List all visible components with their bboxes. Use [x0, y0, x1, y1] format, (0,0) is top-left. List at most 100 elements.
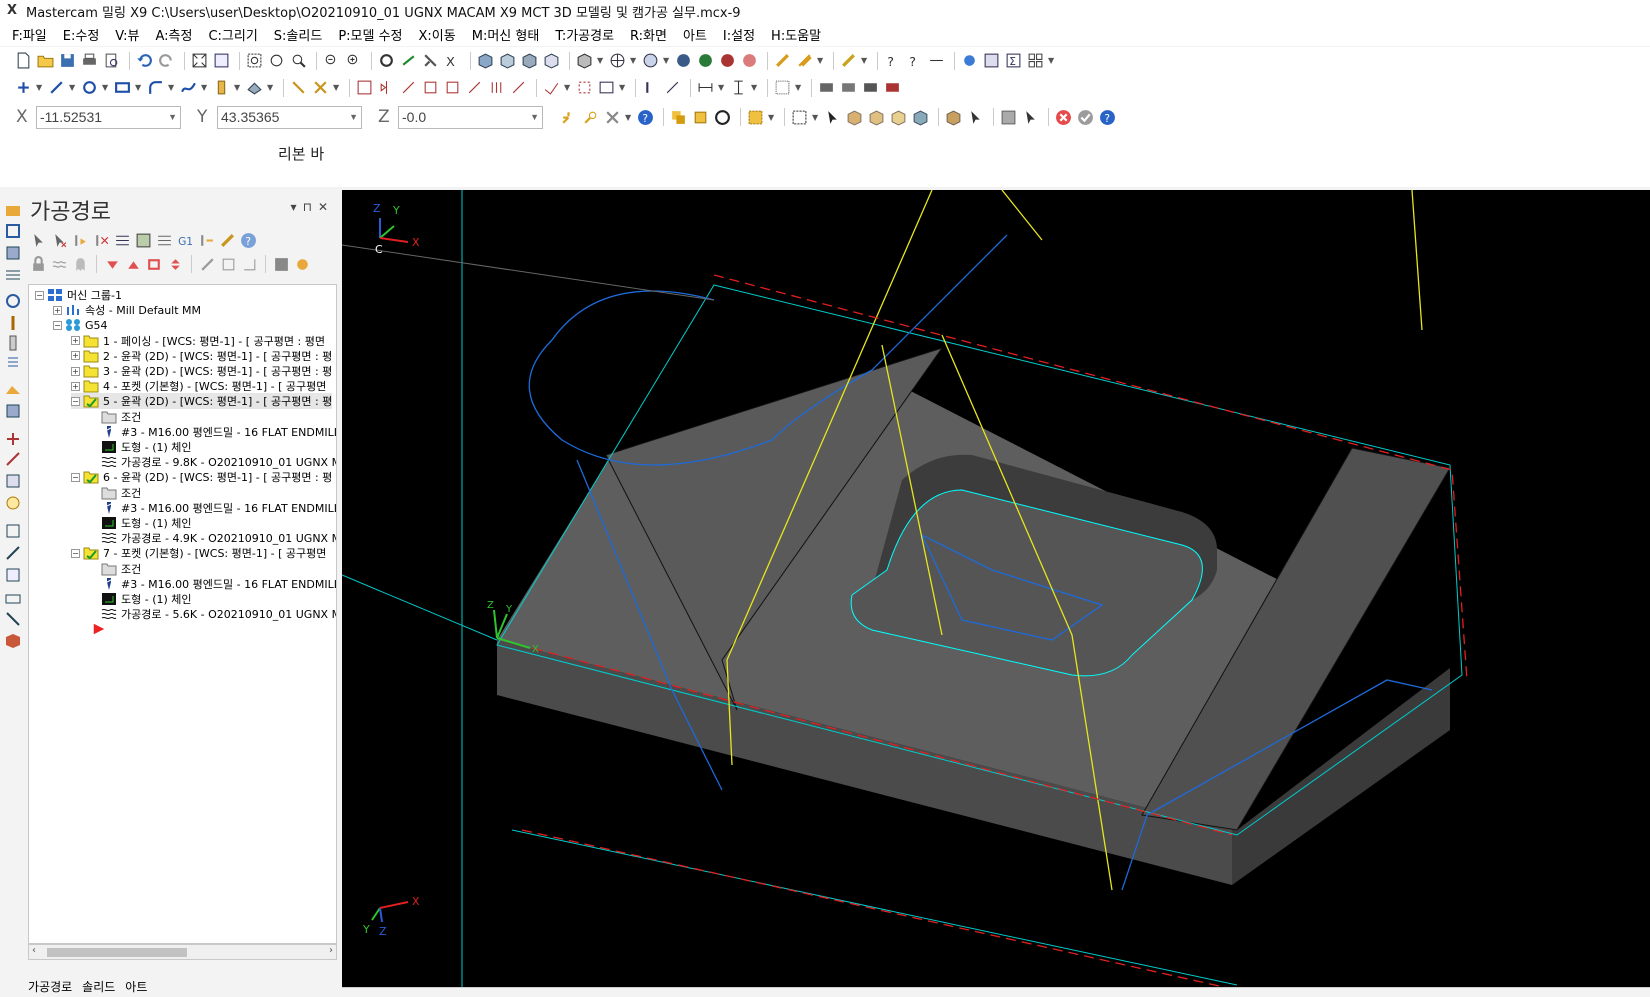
- tree-node[interactable]: − 7 - 포켓 (기본형) - [WCS: 평면-1] - [ 공구평면: [71, 545, 326, 561]
- simulate-icon[interactable]: [154, 230, 174, 250]
- spline-icon[interactable]: [179, 78, 198, 97]
- tree-leaf-item[interactable]: 도형 - (1) 체인: [89, 515, 192, 531]
- line-icon[interactable]: [47, 78, 66, 97]
- iso-view-icon[interactable]: [476, 51, 495, 70]
- menu-toolpaths[interactable]: T:가공경로: [555, 25, 614, 44]
- display-toolpath-icon[interactable]: [218, 254, 238, 274]
- view-x-icon[interactable]: X: [443, 51, 462, 70]
- panel-pin-icon[interactable]: ⊓: [303, 200, 318, 214]
- post-selected-icon[interactable]: [196, 230, 216, 250]
- z-dropdown-icon[interactable]: ▼: [530, 112, 539, 122]
- horizontal-dim-icon[interactable]: [696, 78, 715, 97]
- backface-icon[interactable]: [740, 51, 759, 70]
- pointer-icon[interactable]: [823, 108, 842, 127]
- translate-icon[interactable]: [355, 78, 374, 97]
- zoom-window-icon[interactable]: [245, 51, 264, 70]
- help-what-icon[interactable]: ?: [883, 51, 902, 70]
- hatch-icon[interactable]: [773, 78, 792, 97]
- move-down-icon[interactable]: [102, 254, 122, 274]
- expand-toggle-icon[interactable]: −: [53, 320, 62, 330]
- menu-art[interactable]: 아트: [683, 25, 707, 44]
- rotate-icon[interactable]: [377, 51, 396, 70]
- select-invalid-icon[interactable]: [49, 230, 69, 250]
- zoom-selected-icon[interactable]: [289, 51, 308, 70]
- face-op-icon[interactable]: [4, 266, 22, 284]
- spline-dropdown-icon[interactable]: ▼: [201, 83, 208, 92]
- mask-select-icon[interactable]: [1021, 108, 1040, 127]
- circle-icon[interactable]: [80, 78, 99, 97]
- undo-icon[interactable]: [135, 51, 154, 70]
- display-entities-icon[interactable]: [239, 254, 259, 274]
- top-view-icon[interactable]: [498, 51, 517, 70]
- menu-screen[interactable]: R:화면: [630, 25, 667, 44]
- multiaxis-icon[interactable]: [4, 522, 22, 540]
- verify-icon[interactable]: [133, 230, 153, 250]
- expand-toggle-icon[interactable]: −: [71, 472, 80, 482]
- select-all-icon[interactable]: [746, 108, 765, 127]
- repaint-icon[interactable]: [212, 51, 231, 70]
- tree-leaf-item[interactable]: #3 - M16.00 평엔드밀 - 16 FLAT ENDMILL: [89, 576, 336, 592]
- front-view-icon[interactable]: [520, 51, 539, 70]
- fillet-icon[interactable]: [146, 78, 165, 97]
- select-all-ops-icon[interactable]: [28, 230, 48, 250]
- y-dropdown-icon[interactable]: ▼: [349, 112, 358, 122]
- solid-back-icon[interactable]: [944, 108, 963, 127]
- rectangle-icon[interactable]: [113, 78, 132, 97]
- distance-icon[interactable]: [927, 51, 946, 70]
- post-process-icon[interactable]: [861, 78, 880, 97]
- cursor-select-icon[interactable]: [966, 108, 985, 127]
- rotate-xform-icon[interactable]: [399, 78, 418, 97]
- menu-help[interactable]: H:도움말: [771, 25, 821, 44]
- shaded-edges-icon[interactable]: [696, 51, 715, 70]
- scroll-right-icon[interactable]: ›: [329, 945, 333, 956]
- dynamic-rotate-icon[interactable]: [399, 51, 418, 70]
- g1-icon[interactable]: G1: [175, 230, 195, 250]
- control-def-icon[interactable]: [839, 78, 858, 97]
- print-preview-icon[interactable]: [102, 51, 121, 70]
- mirror-icon[interactable]: [377, 78, 396, 97]
- toggle-display-icon[interactable]: [49, 254, 69, 274]
- y-coordinate-field[interactable]: 43.35365 ▼: [217, 105, 362, 129]
- select-group-icon[interactable]: [691, 108, 710, 127]
- expand-toggle-icon[interactable]: −: [71, 548, 80, 558]
- hatch-dropdown-icon[interactable]: ▼: [795, 83, 802, 92]
- menu-xform[interactable]: X:이동: [419, 25, 456, 44]
- note-icon[interactable]: [641, 78, 660, 97]
- dimension-dropdown-icon[interactable]: ▼: [619, 83, 626, 92]
- chain-icon[interactable]: [542, 78, 561, 97]
- shading-dropdown-icon[interactable]: ▼: [663, 56, 670, 65]
- select-chain-icon[interactable]: [669, 108, 688, 127]
- wireframe-icon[interactable]: [641, 51, 660, 70]
- menu-machine-type[interactable]: M:머신 형태: [472, 25, 540, 44]
- surface-finish-icon[interactable]: [4, 402, 22, 420]
- tree-node[interactable]: +1 - 페이싱 - [WCS: 평면-1] - [ 공구평면 : 평면: [71, 333, 325, 349]
- surface-rough-icon[interactable]: [4, 380, 22, 398]
- panel-close-icon[interactable]: ✕: [318, 200, 334, 214]
- menu-edit[interactable]: E:수정: [63, 25, 100, 44]
- regenerate-icon[interactable]: [70, 230, 90, 250]
- solid-extrude-icon[interactable]: [212, 78, 231, 97]
- stretch-icon[interactable]: [465, 78, 484, 97]
- display-selected-icon[interactable]: [197, 254, 217, 274]
- tree-node[interactable]: +3 - 윤곽 (2D) - [WCS: 평면-1] - [ 공구평면 : 평: [71, 363, 332, 379]
- toolpath-gen-icon[interactable]: [4, 200, 22, 218]
- solid-body-icon[interactable]: [911, 108, 930, 127]
- tree-node[interactable]: − G54: [53, 317, 108, 333]
- open-file-icon[interactable]: [36, 51, 55, 70]
- window-select-icon[interactable]: [790, 108, 809, 127]
- right-view-icon[interactable]: [542, 51, 561, 70]
- tree-node[interactable]: − 머신 그룹-1: [35, 287, 122, 303]
- tree-horizontal-scrollbar[interactable]: ‹ ›: [28, 944, 337, 960]
- tab-art[interactable]: 아트: [125, 978, 147, 995]
- save-icon[interactable]: [58, 51, 77, 70]
- point-dropdown-icon[interactable]: ▼: [36, 83, 43, 92]
- view-cube-icon[interactable]: [575, 51, 594, 70]
- report-icon[interactable]: [982, 51, 1001, 70]
- zoom-target-icon[interactable]: [267, 51, 286, 70]
- points-grid-icon[interactable]: [575, 78, 594, 97]
- fast-point-icon[interactable]: [559, 108, 578, 127]
- nest-icon[interactable]: [4, 472, 22, 490]
- print-icon[interactable]: [80, 51, 99, 70]
- contour-op-icon[interactable]: [4, 222, 22, 240]
- stock-model-icon[interactable]: [4, 632, 22, 650]
